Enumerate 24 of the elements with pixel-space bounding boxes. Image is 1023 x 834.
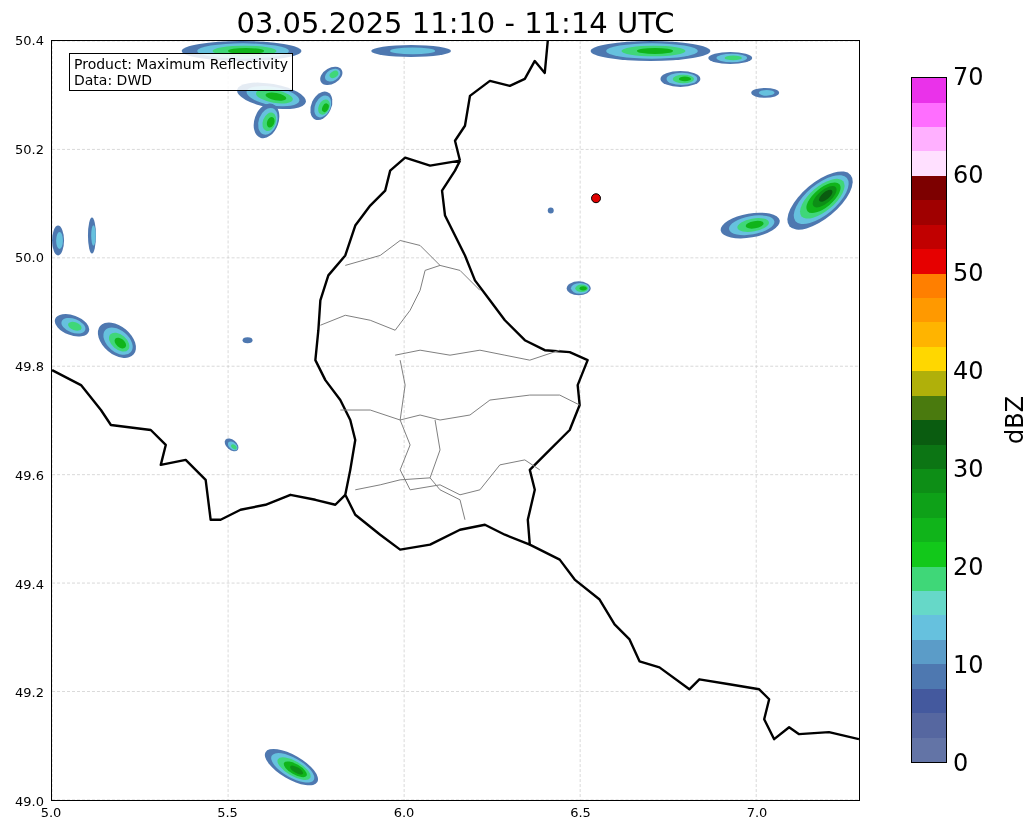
colorbar-tick-label: 20: [953, 553, 984, 581]
colorbar-label: dBZ: [1001, 395, 1023, 445]
axis-tick-label: 5.5: [217, 805, 238, 820]
colorbar-tick-label: 40: [953, 357, 984, 385]
axis-tick-label: 7.0: [746, 805, 768, 820]
axis-tick-label: 6.0: [393, 805, 415, 820]
axis-tick-label: 49.2: [15, 684, 44, 700]
colorbar-tick-label: 0: [953, 749, 969, 777]
colorbar-tick-label: 50: [953, 259, 984, 287]
axis-tick-label: 49.8: [15, 358, 44, 374]
colorbar-tick-label: 10: [953, 651, 984, 679]
colorbar-tick-label: 70: [953, 63, 984, 91]
axis-tick-label: 6.5: [570, 805, 591, 820]
axis-tick-label: 49.4: [15, 576, 44, 591]
axis-tick-label: 49.6: [15, 467, 44, 483]
info-text: Product: Maximum Reflectivity: [74, 56, 288, 72]
info-text: Data: DWD: [74, 72, 153, 88]
location-marker: [591, 193, 601, 204]
colorbar-tick-label: 60: [953, 161, 984, 189]
axis-tick-label: 50.2: [15, 141, 44, 157]
axis-tick-label: 50.0: [15, 249, 44, 265]
axis-tick-label: 50.4: [15, 32, 44, 48]
colorbar-tick-label: 30: [953, 455, 984, 483]
chart-title: 03.05.2025 11:10 - 11:14 UTC: [236, 5, 675, 41]
